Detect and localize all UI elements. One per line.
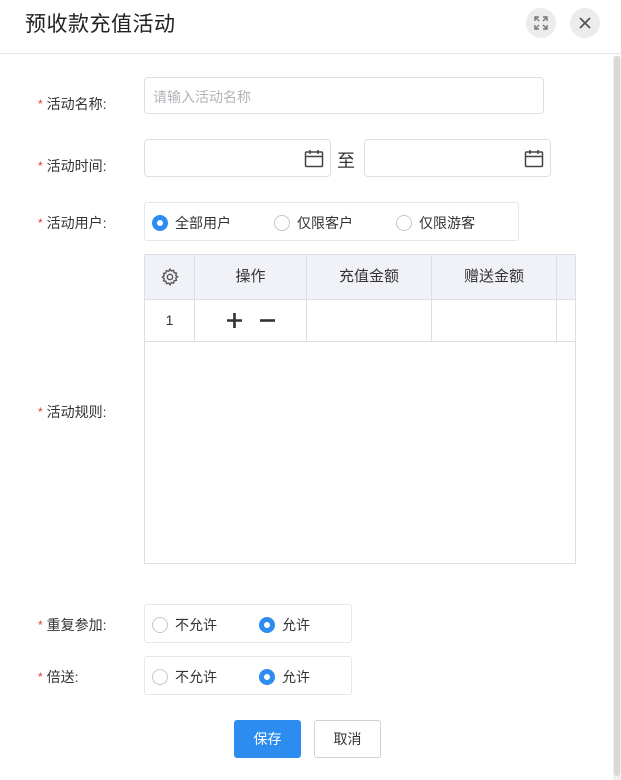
expand-icon xyxy=(534,16,548,30)
radio-customers-only[interactable]: 仅限客户 xyxy=(274,213,353,233)
gear-icon[interactable] xyxy=(160,267,180,287)
column-settings[interactable] xyxy=(145,255,195,299)
rules-table: 操作 充值金额 赠送金额 1 xyxy=(144,254,576,564)
date-range-separator: 至 xyxy=(337,151,355,171)
radio-circle[interactable] xyxy=(152,669,168,685)
activity-rules-label-text: 活动规则: xyxy=(46,404,107,420)
activity-time-label: * 活动时间: xyxy=(38,156,107,176)
required-mark: * xyxy=(38,405,43,419)
row-index: 1 xyxy=(145,299,195,342)
radio-double-disallow[interactable]: 不允许 xyxy=(152,667,217,687)
maximize-button[interactable] xyxy=(526,8,556,38)
radio-label: 不允许 xyxy=(175,617,217,633)
radio-double-allow[interactable]: 允许 xyxy=(259,667,310,687)
radio-label: 仅限游客 xyxy=(419,215,475,231)
activity-rules-label: * 活动规则: xyxy=(38,402,107,422)
radio-label: 全部用户 xyxy=(175,215,231,231)
radio-label: 允许 xyxy=(282,669,310,685)
row-gift-cell[interactable] xyxy=(432,299,557,342)
end-date-input[interactable] xyxy=(364,139,551,177)
required-mark: * xyxy=(38,159,43,173)
activity-name-placeholder: 请输入活动名称 xyxy=(153,89,251,105)
save-button[interactable]: 保存 xyxy=(234,720,301,758)
radio-label: 允许 xyxy=(282,617,310,633)
row-actions xyxy=(195,299,307,342)
radio-circle[interactable] xyxy=(396,215,412,231)
activity-users-radio-group: 全部用户 仅限客户 仅限游客 xyxy=(144,202,519,241)
radio-circle[interactable] xyxy=(152,617,168,633)
plus-icon[interactable] xyxy=(226,312,243,329)
close-button[interactable] xyxy=(570,8,600,38)
activity-users-label-text: 活动用户: xyxy=(46,215,107,231)
required-mark: * xyxy=(38,97,43,111)
repeat-join-radio-group: 不允许 允许 xyxy=(144,604,352,643)
calendar-icon[interactable] xyxy=(304,149,324,168)
double-gift-radio-group: 不允许 允许 xyxy=(144,656,352,695)
close-icon xyxy=(579,17,591,29)
table-header: 操作 充值金额 赠送金额 xyxy=(145,255,575,300)
required-mark: * xyxy=(38,618,43,632)
activity-users-label: * 活动用户: xyxy=(38,213,107,233)
activity-name-input[interactable]: 请输入活动名称 xyxy=(144,77,544,114)
radio-label: 仅限客户 xyxy=(297,215,353,231)
dialog-header: 预收款充值活动 xyxy=(0,0,621,54)
double-gift-label: * 倍送: xyxy=(38,667,79,687)
activity-time-label-text: 活动时间: xyxy=(46,158,107,174)
radio-circle[interactable] xyxy=(259,617,275,633)
radio-circle[interactable] xyxy=(259,669,275,685)
column-header-gift: 赠送金额 xyxy=(432,255,557,299)
radio-circle[interactable] xyxy=(152,215,168,231)
cancel-button[interactable]: 取消 xyxy=(314,720,381,758)
radio-guests-only[interactable]: 仅限游客 xyxy=(396,213,475,233)
row-recharge-cell[interactable] xyxy=(307,299,432,342)
start-date-input[interactable] xyxy=(144,139,331,177)
column-header-recharge: 充值金额 xyxy=(307,255,432,299)
radio-all-users[interactable]: 全部用户 xyxy=(152,213,231,233)
double-gift-label-text: 倍送: xyxy=(46,669,79,685)
minus-icon[interactable] xyxy=(259,312,276,329)
activity-name-label: * 活动名称: xyxy=(38,94,107,114)
required-mark: * xyxy=(38,670,43,684)
row-extra-cell xyxy=(557,299,575,342)
radio-circle[interactable] xyxy=(274,215,290,231)
scrollbar[interactable] xyxy=(613,56,621,780)
required-mark: * xyxy=(38,216,43,230)
column-header-action: 操作 xyxy=(195,255,307,299)
scrollbar-thumb[interactable] xyxy=(614,56,620,776)
repeat-join-label-text: 重复参加: xyxy=(46,617,107,633)
radio-repeat-disallow[interactable]: 不允许 xyxy=(152,615,217,635)
dialog-title: 预收款充值活动 xyxy=(25,13,176,36)
calendar-icon[interactable] xyxy=(524,149,544,168)
radio-repeat-allow[interactable]: 允许 xyxy=(259,615,310,635)
activity-name-label-text: 活动名称: xyxy=(46,96,107,112)
repeat-join-label: * 重复参加: xyxy=(38,615,107,635)
radio-label: 不允许 xyxy=(175,669,217,685)
